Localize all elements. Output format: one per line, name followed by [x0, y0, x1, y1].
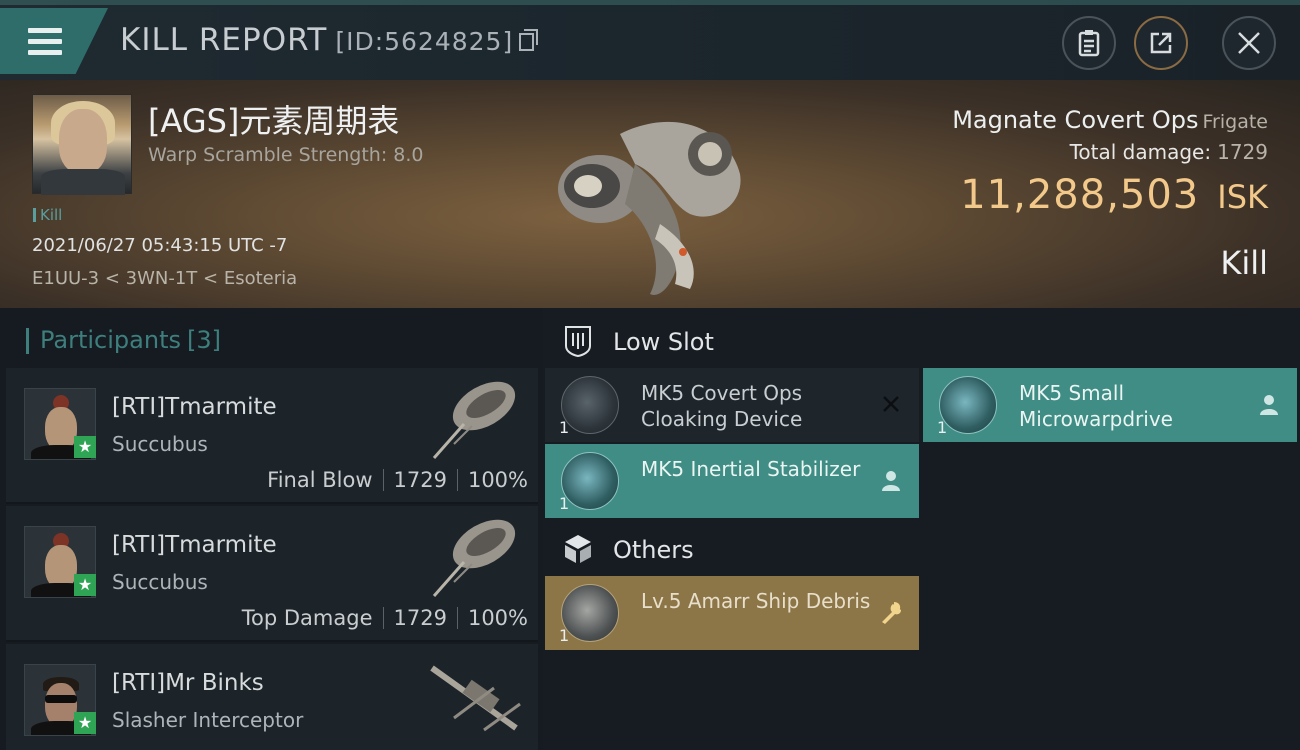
avatar-glasses — [45, 695, 77, 703]
total-damage-label: Total damage: — [1069, 140, 1212, 164]
report-id: [ID:5624825] — [335, 27, 514, 56]
kill-result: Kill — [1220, 244, 1268, 282]
participant-card[interactable]: ★ [RTI]Tmarmite Succubus Top Damage 1729 1… — [6, 506, 538, 642]
divider — [382, 607, 384, 629]
kill-tag: Kill — [33, 206, 62, 224]
victim-ship-name: Magnate Covert Ops Frigate — [952, 106, 1268, 134]
module-qty: 1 — [559, 418, 570, 437]
isk-amount: 11,288,503 — [960, 172, 1200, 218]
participant-card[interactable]: ★ [RTI]Mr Binks Slasher Interceptor — [6, 644, 538, 750]
hamburger-icon-bar — [28, 39, 62, 44]
kill-location: E1UU-3 < 3WN-1T < Esoteria — [32, 268, 298, 289]
ship-debris-icon — [561, 584, 619, 642]
module-name: Lv.5 Amarr Ship Debris — [641, 589, 871, 613]
participant-name: [RTI]Mr Binks — [112, 670, 264, 696]
header-accent-line — [0, 0, 1300, 5]
module-item[interactable]: 1 MK5 Covert Ops Cloaking Device — [545, 368, 919, 442]
total-damage: Total damage: 1729 — [1070, 140, 1268, 164]
module-item[interactable]: 1 Lv.5 Amarr Ship Debris — [545, 576, 919, 650]
menu-button[interactable] — [0, 8, 108, 74]
star-icon: ★ — [74, 574, 96, 596]
clipboard-button[interactable] — [1062, 16, 1116, 70]
copy-icon[interactable] — [519, 29, 539, 51]
victim-ship-image — [558, 121, 741, 295]
participant-ship: Succubus — [112, 570, 208, 594]
avatar-suit — [41, 169, 125, 195]
participant-role: Final Blow — [267, 468, 373, 492]
ship-image — [430, 665, 521, 732]
ship-image — [432, 519, 516, 597]
participant-percent: 100% — [467, 606, 528, 630]
person-icon — [882, 471, 900, 491]
module-qty: 1 — [559, 626, 570, 645]
star-icon: ★ — [74, 712, 96, 734]
participant-percent: 100% — [467, 468, 528, 492]
participant-name: [RTI]Tmarmite — [112, 532, 277, 558]
avatar-face — [59, 109, 107, 173]
participant-ship: Slasher Interceptor — [112, 708, 304, 732]
divider — [456, 607, 458, 629]
victim-avatar[interactable] — [32, 94, 132, 195]
participants-title: Participants [3] — [26, 326, 221, 354]
share-icon — [1150, 32, 1172, 54]
participants-count: [3] — [186, 326, 221, 354]
module-qty: 1 — [559, 494, 570, 513]
ship-image — [432, 381, 516, 459]
module-item[interactable]: 1 MK5 Small Microwarpdrive — [923, 368, 1297, 442]
destroyed-icon — [883, 396, 899, 412]
cloaking-device-icon — [561, 376, 619, 434]
total-damage-value: 1729 — [1217, 140, 1268, 164]
kill-summary-banner: [AGS]元素周期表 Warp Scramble Strength: 8.0 K… — [0, 80, 1300, 308]
wrench-icon — [882, 602, 901, 624]
victim-name[interactable]: [AGS]元素周期表 — [148, 96, 399, 142]
page-title: KILL REPORT [ID:5624825] — [120, 22, 539, 58]
module-item[interactable]: 1 MK5 Inertial Stabilizer — [545, 444, 919, 518]
low-slot-icon — [565, 326, 591, 358]
participant-ship: Succubus — [112, 432, 208, 456]
person-icon — [1260, 395, 1278, 415]
inertial-stabilizer-icon — [561, 452, 619, 510]
hamburger-icon — [28, 28, 62, 33]
module-name: MK5 Covert Ops Cloaking Device — [641, 381, 803, 431]
clipboard-icon — [1078, 30, 1100, 57]
others-label: Others — [613, 536, 694, 564]
participant-stats: Final Blow 1729 100% — [267, 468, 528, 492]
kill-datetime: 2021/06/27 05:43:15 UTC -7 — [32, 235, 288, 256]
low-slot-label: Low Slot — [613, 328, 714, 356]
title-text: KILL REPORT — [120, 22, 328, 58]
participants-label: Participants — [40, 326, 181, 354]
fittings-panel: Low Slot 1 MK5 Covert Ops Cloaking Devic… — [543, 308, 1300, 750]
header-bar: KILL REPORT [ID:5624825] — [0, 0, 1300, 80]
divider — [382, 469, 384, 491]
participant-damage: 1729 — [393, 468, 447, 492]
ship-name-text: Magnate Covert Ops — [952, 106, 1199, 134]
share-button[interactable] — [1134, 16, 1188, 70]
cube-icon — [565, 535, 591, 563]
hamburger-icon-bar — [28, 50, 62, 55]
warp-scramble-strength: Warp Scramble Strength: 8.0 — [148, 144, 424, 166]
divider — [456, 469, 458, 491]
participant-role: Top Damage — [241, 606, 373, 630]
participant-damage: 1729 — [393, 606, 447, 630]
star-icon: ★ — [74, 436, 96, 458]
microwarpdrive-icon — [939, 376, 997, 434]
module-name: MK5 Inertial Stabilizer — [641, 457, 861, 481]
participants-panel: Participants [3] ★ [RTI]Tmarmite Succubus… — [0, 308, 543, 750]
module-qty: 1 — [937, 418, 948, 437]
close-icon — [1238, 32, 1260, 54]
participant-name: [RTI]Tmarmite — [112, 394, 277, 420]
isk-value: 11,288,503 ISK — [960, 172, 1268, 218]
participant-card[interactable]: ★ [RTI]Tmarmite Succubus Final Blow 1729 1… — [6, 368, 538, 504]
isk-unit: ISK — [1217, 178, 1268, 216]
ship-class: Frigate — [1202, 111, 1268, 133]
close-button[interactable] — [1222, 16, 1276, 70]
module-name: MK5 Small Microwarpdrive — [1019, 381, 1173, 431]
participant-stats: Top Damage 1729 100% — [242, 606, 528, 630]
